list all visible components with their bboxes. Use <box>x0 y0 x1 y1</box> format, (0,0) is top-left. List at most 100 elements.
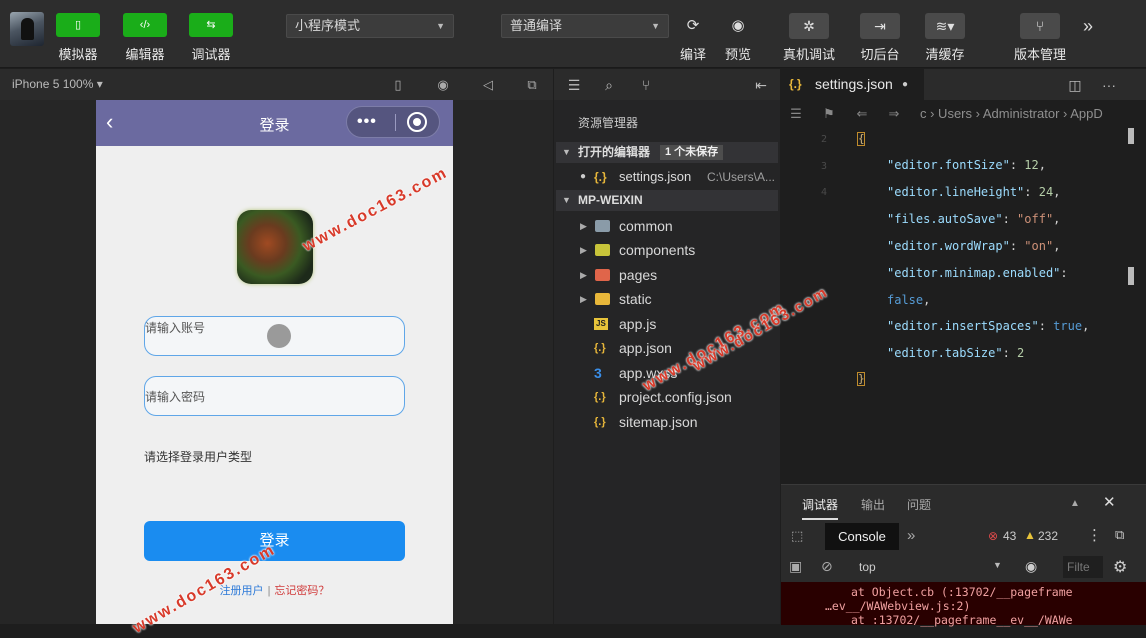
collapse-panel-icon[interactable]: ⇤ <box>751 75 771 95</box>
editor-scrollbar[interactable] <box>1128 128 1134 484</box>
chevron-right-icon: ▶ <box>580 245 587 255</box>
compile-select[interactable]: 普通编译 ▼ <box>501 14 669 38</box>
gear-icon[interactable]: ⚙ <box>1113 557 1127 577</box>
device-select[interactable]: iPhone 5 100% ▾ <box>12 77 103 91</box>
kebab-menu-icon[interactable]: ⋮ <box>1087 526 1102 544</box>
open-editors-header[interactable]: ▼ 打开的编辑器 1 个未保存 <box>556 142 778 163</box>
compile-select-value: 普通编译 <box>510 18 563 33</box>
switch-background-icon[interactable]: ⇥ <box>860 13 900 39</box>
tree-item-label: app.js <box>619 316 657 332</box>
tree-item-pages[interactable]: ▶ pages <box>554 263 780 287</box>
popout-icon[interactable]: ⧉ <box>523 76 541 94</box>
forward-arrow-icon[interactable]: ⇒ <box>885 105 903 123</box>
tree-item-static[interactable]: ▶ static <box>554 287 780 311</box>
inspect-element-icon[interactable]: ⬚ <box>791 528 803 544</box>
tab-problems[interactable]: 问题 <box>907 496 931 513</box>
chevron-right-icon: ▶ <box>580 270 587 280</box>
warning-count[interactable]: 232 <box>1038 529 1058 543</box>
debugger-toggle-button[interactable]: ⇆ <box>189 13 233 37</box>
bracket-highlight-open: { <box>857 132 865 146</box>
files-icon[interactable]: ☰ <box>564 75 584 95</box>
git-branch-icon[interactable]: ⑂ <box>1020 13 1060 39</box>
tab-output[interactable]: 输出 <box>861 496 885 513</box>
context-select[interactable]: top <box>859 560 876 574</box>
layers-icon[interactable]: ≋▾ <box>925 13 965 39</box>
eye-icon[interactable]: ◉ <box>1025 558 1037 575</box>
bug-icon[interactable]: ✲ <box>789 13 829 39</box>
version-control-label: 版本管理 <box>1013 47 1066 62</box>
chevron-down-icon: ▼ <box>562 195 571 205</box>
phone-rotate-icon[interactable]: ▯ <box>389 76 407 94</box>
more-icon[interactable]: » <box>1078 13 1098 39</box>
console-filter-input[interactable]: Filte <box>1063 556 1103 578</box>
json-file-icon: {.} <box>594 416 606 428</box>
more-tabs-icon[interactable]: » <box>907 527 915 544</box>
tree-item-project-config[interactable]: {.} project.config.json <box>554 385 780 409</box>
clear-console-icon[interactable]: ⊘ <box>821 558 833 575</box>
tree-item-components[interactable]: ▶ components <box>554 238 780 262</box>
record-icon[interactable]: ◉ <box>434 76 452 94</box>
code-line: "editor.minimap.enabled": <box>887 266 1068 280</box>
debugger-panel: 调试器 输出 问题 ▲ ✕ ⬚ Console » ⊗ 43 ▲ 232 ⋮ ⧉… <box>781 484 1146 627</box>
editor-toggle-button[interactable]: ‹/› <box>123 13 167 37</box>
account-placeholder: 请输入账号 <box>145 321 206 335</box>
bookmark-icon[interactable]: ⚑ <box>820 105 838 123</box>
code-editor[interactable]: { 2 3 4 "editor.fontSize": 12, "editor.l… <box>781 127 1146 483</box>
folder-icon <box>595 244 610 256</box>
search-icon[interactable]: ⌕ <box>599 75 619 95</box>
sidebar-toggle-icon[interactable]: ▣ <box>789 558 802 575</box>
scroll-thumb[interactable] <box>1128 128 1134 144</box>
breadcrumb[interactable]: c › Users › Administrator › AppD <box>920 106 1103 121</box>
devtools-tab-row: ⬚ Console » ⊗ 43 ▲ 232 ⋮ ⧉ <box>781 521 1146 551</box>
touch-cursor <box>267 324 291 348</box>
tree-item-label: sitemap.json <box>619 414 698 430</box>
refresh-icon[interactable]: ⟳ <box>682 13 704 39</box>
back-arrow-icon[interactable]: ⇐ <box>853 105 871 123</box>
forgot-password-link[interactable]: 忘记密码？ <box>274 585 329 597</box>
project-header[interactable]: ▼ MP-WEIXIN <box>556 190 778 211</box>
tab-debugger[interactable]: 调试器 <box>802 496 839 520</box>
log-line: at Object.cb (:13702/__pageframe <box>851 585 1073 599</box>
console-log: at Object.cb (:13702/__pageframe …ev__/W… <box>781 582 1146 627</box>
json-file-icon: {.} <box>594 170 607 184</box>
list-icon[interactable]: ☰ <box>787 105 805 123</box>
close-miniprogram-icon[interactable] <box>407 112 427 132</box>
more-dots-icon[interactable]: ••• <box>357 109 377 135</box>
simulator-toggle-button[interactable]: ▯ <box>56 13 100 37</box>
mode-select[interactable]: 小程序模式 ▼ <box>286 14 454 38</box>
dock-icon[interactable]: ⧉ <box>1115 527 1124 543</box>
close-icon[interactable]: ✕ <box>1103 493 1116 511</box>
password-input[interactable]: 请输入密码 <box>144 376 405 416</box>
js-file-icon: JS <box>594 318 608 330</box>
chevron-down-icon[interactable]: ▼ <box>993 560 1002 570</box>
modified-dot-icon[interactable]: ● <box>902 69 908 100</box>
volume-icon[interactable]: ◁ <box>479 76 497 94</box>
split-editor-icon[interactable]: ◫ <box>1065 75 1085 95</box>
warning-icon: ▲ <box>1024 528 1036 542</box>
source-control-icon[interactable]: ⑂ <box>636 75 656 95</box>
breadcrumb-bar: ☰ ⚑ ⇐ ⇒ c › Users › Administrator › AppD <box>781 100 1146 127</box>
unsaved-dot-icon: ● <box>580 171 587 182</box>
tree-item-common[interactable]: ▶ common <box>554 214 780 238</box>
more-actions-icon[interactable]: ··· <box>1099 75 1119 95</box>
eye-icon[interactable]: ◉ <box>726 13 750 39</box>
error-count[interactable]: 43 <box>1003 529 1016 543</box>
line-number: 4 <box>821 187 828 198</box>
scroll-marker <box>1128 267 1134 285</box>
debugger-label: 调试器 <box>191 47 231 62</box>
tree-item-sitemap[interactable]: {.} sitemap.json <box>554 410 780 434</box>
simulator-label: 模拟器 <box>58 47 98 62</box>
tab-console[interactable]: Console <box>825 523 899 550</box>
user-avatar[interactable] <box>10 12 44 46</box>
tree-item-label: components <box>619 242 696 258</box>
menu-capsule: ••• <box>346 106 440 138</box>
code-line: "editor.lineHeight": 24, <box>887 185 1061 199</box>
preview-label: 预览 <box>724 47 751 62</box>
folder-icon <box>595 220 610 232</box>
user-type-label[interactable]: 请选择登录用户类型 <box>144 448 252 465</box>
maximize-panel-icon[interactable]: ▲ <box>1070 498 1080 509</box>
open-editor-path: C:\Users\A... <box>707 170 776 184</box>
editor-tab-settings[interactable]: {.} settings.json ● <box>781 69 924 100</box>
open-editor-item[interactable]: ● {.} settings.json C:\Users\A... <box>556 166 778 188</box>
capsule-divider <box>395 114 396 131</box>
